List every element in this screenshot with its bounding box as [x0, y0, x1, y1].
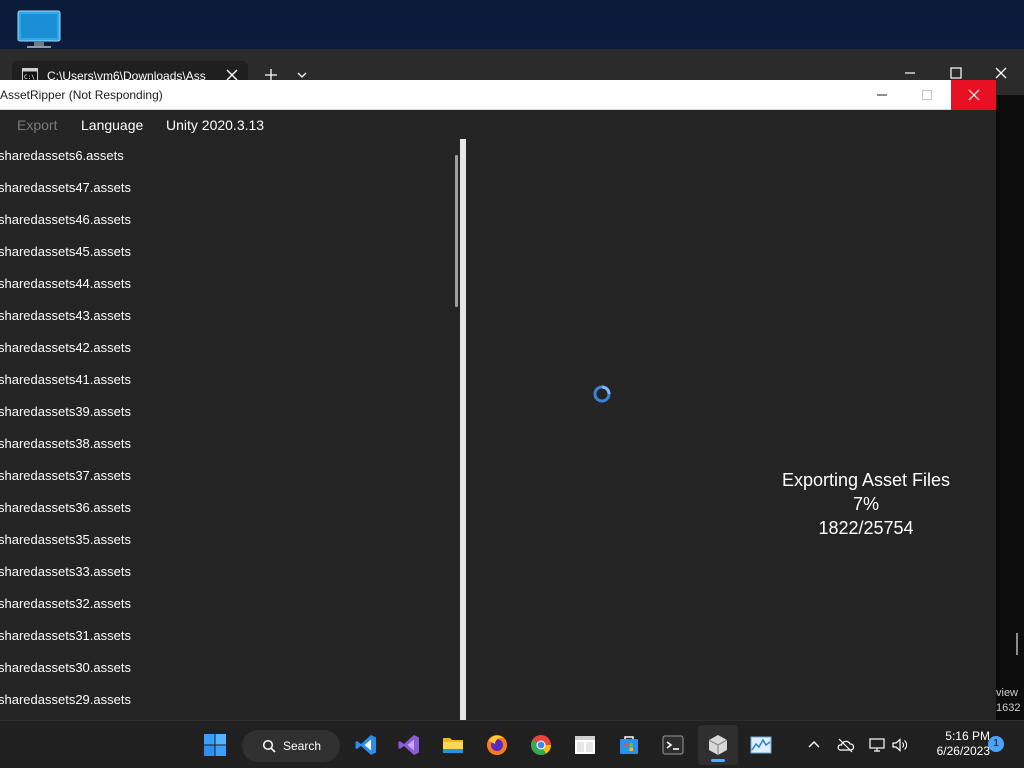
menu-language[interactable]: Language — [81, 117, 143, 133]
app-titlebar[interactable]: AssetRipper (Not Responding) — [0, 80, 996, 110]
performance-monitor-icon[interactable] — [746, 730, 776, 760]
chevron-up-icon[interactable] — [804, 735, 824, 755]
list-item[interactable]: sharedassets41.assets — [0, 364, 456, 396]
list-item[interactable]: sharedassets38.assets — [0, 428, 456, 460]
this-pc-icon[interactable] — [14, 8, 64, 50]
list-item[interactable]: sharedassets29.assets — [0, 684, 456, 716]
list-item[interactable]: sharedassets35.assets — [0, 524, 456, 556]
network-icon[interactable] — [867, 735, 887, 755]
windows-start-icon[interactable] — [200, 730, 230, 760]
visual-studio-icon[interactable] — [394, 730, 424, 760]
list-item[interactable]: sharedassets36.assets — [0, 492, 456, 524]
menu-export[interactable]: Export — [17, 117, 57, 133]
list-item[interactable]: sharedassets42.assets — [0, 332, 456, 364]
window-title: AssetRipper (Not Responding) — [0, 88, 163, 102]
list-item[interactable]: sharedassets44.assets — [0, 268, 456, 300]
maximize-button[interactable] — [904, 80, 950, 110]
list-item[interactable]: sharedassets39.assets — [0, 396, 456, 428]
active-app-indicator — [711, 759, 725, 762]
list-item[interactable]: sharedassets43.assets — [0, 300, 456, 332]
list-item[interactable]: sharedassets47.assets — [0, 172, 456, 204]
list-item[interactable]: sharedassets37.assets — [0, 460, 456, 492]
onedrive-icon[interactable] — [835, 735, 855, 755]
assetripper-window: AssetRipper (Not Responding) Export Lang… — [0, 80, 996, 720]
progress-status: Exporting Asset Files — [781, 470, 951, 490]
terminal-output-fragment: view 1632 — [996, 630, 1024, 720]
list-item[interactable]: sharedassets30.assets — [0, 652, 456, 684]
search-icon — [262, 739, 276, 753]
search-label: Search — [283, 739, 322, 753]
progress-percent: 7% — [852, 494, 879, 514]
panel-splitter[interactable] — [460, 139, 466, 720]
terminal-output-text: view — [996, 687, 1019, 699]
clock-date: 6/26/2023 — [936, 744, 990, 758]
file-list: sharedassets6.assets sharedassets47.asse… — [0, 140, 456, 720]
loading-spinner-icon — [590, 382, 614, 406]
clock-time: 5:16 PM — [945, 729, 990, 743]
list-item[interactable]: sharedassets31.assets — [0, 620, 456, 652]
assetripper-taskbar-icon[interactable] — [698, 725, 738, 765]
progress-count: 1822/25754 — [818, 518, 914, 538]
list-item[interactable]: sharedassets33.assets — [0, 556, 456, 588]
volume-icon[interactable] — [890, 735, 910, 755]
firefox-icon[interactable] — [482, 730, 512, 760]
file-explorer-icon[interactable] — [438, 730, 468, 760]
list-item[interactable]: sharedassets32.assets — [0, 588, 456, 620]
menu-bar: Export Language Unity 2020.3.13 — [0, 111, 996, 139]
terminal-output-text: 1632 — [996, 702, 1021, 714]
minimize-button[interactable] — [859, 80, 905, 110]
menu-unity-version[interactable]: Unity 2020.3.13 — [166, 117, 264, 133]
taskbar: Search 5:16 PM 6/26/2023 1 — [0, 720, 1024, 768]
chrome-icon[interactable] — [526, 730, 556, 760]
file-list-scrollbar[interactable] — [455, 155, 458, 307]
vscode-icon[interactable] — [351, 730, 381, 760]
terminal-icon[interactable] — [658, 730, 688, 760]
taskbar-search[interactable]: Search — [242, 730, 340, 762]
list-item[interactable]: sharedassets45.assets — [0, 236, 456, 268]
list-item[interactable]: sharedassets46.assets — [0, 204, 456, 236]
list-item[interactable]: sharedassets6.assets — [0, 140, 456, 172]
window-app-icon[interactable] — [570, 730, 600, 760]
notification-badge[interactable]: 1 — [988, 736, 1004, 752]
microsoft-store-icon[interactable] — [614, 730, 644, 760]
close-button[interactable] — [951, 80, 996, 110]
system-clock[interactable]: 5:16 PM 6/26/2023 — [918, 729, 990, 759]
export-progress: Exporting Asset Files 7% 1822/25754 — [736, 468, 996, 540]
